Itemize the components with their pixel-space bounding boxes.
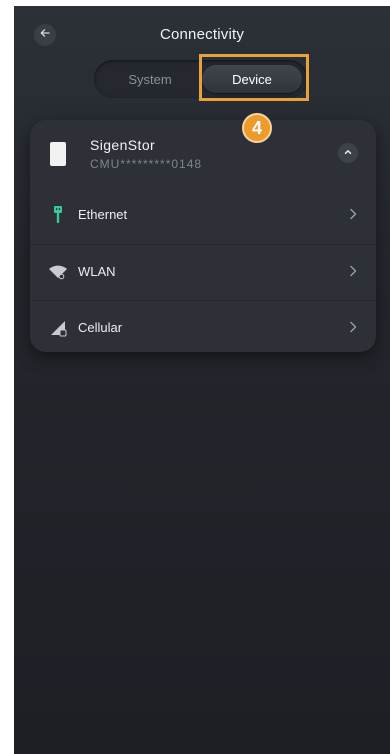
top-bar: Connectivity xyxy=(14,6,390,60)
wlan-icon xyxy=(48,262,68,282)
chevron-right-icon xyxy=(346,320,360,334)
page-title: Connectivity xyxy=(159,26,245,43)
battery-cabinet-icon xyxy=(50,142,66,166)
connection-label: WLAN xyxy=(78,264,116,279)
tab-system[interactable]: System xyxy=(100,65,200,93)
connection-label: Cellular xyxy=(78,320,123,335)
app-screen: Connectivity System Device 4 SigenStor C… xyxy=(14,6,390,754)
chevron-up-icon xyxy=(343,144,353,162)
connection-row-ethernet[interactable]: Ethernet xyxy=(30,188,376,242)
step-number-badge: 4 xyxy=(242,113,272,143)
chevron-right-icon xyxy=(346,264,360,278)
connection-label: Ethernet xyxy=(78,207,128,222)
connection-row-wlan[interactable]: WLAN xyxy=(30,244,376,299)
tab-device-highlight-box xyxy=(199,54,309,101)
device-header[interactable]: SigenStor CMU*********0148 xyxy=(30,120,376,186)
device-name: SigenStor xyxy=(90,137,156,153)
device-serial: CMU*********0148 xyxy=(90,157,203,171)
connection-row-cellular[interactable]: Cellular xyxy=(30,300,376,352)
collapse-button[interactable] xyxy=(338,143,358,163)
device-connectivity-card: SigenStor CMU*********0148 Ethernet WLAN… xyxy=(30,120,376,352)
chevron-right-icon xyxy=(346,207,360,221)
cellular-icon xyxy=(48,318,68,338)
ethernet-icon xyxy=(48,205,68,225)
